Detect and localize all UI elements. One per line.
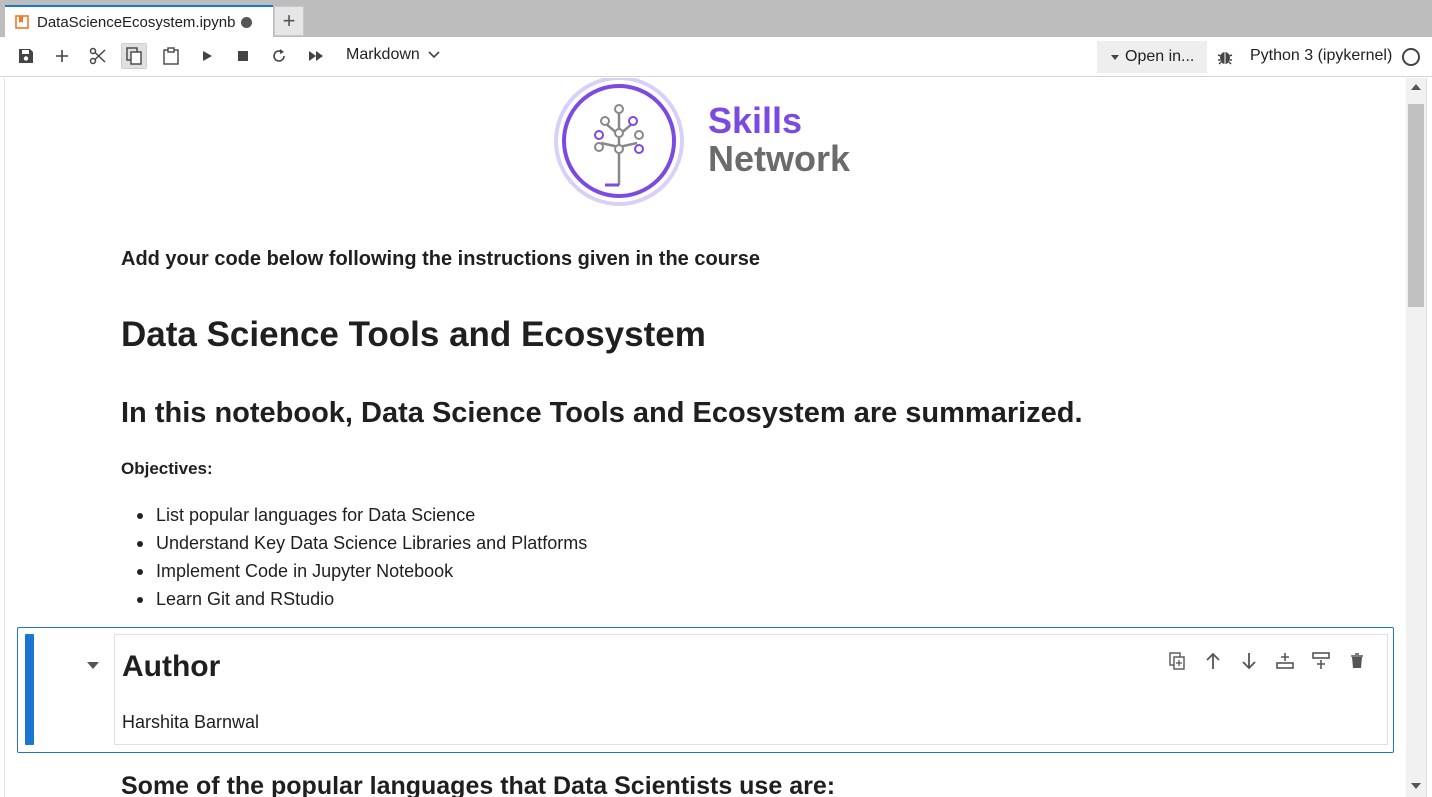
kernel-status-icon — [1402, 48, 1420, 66]
new-tab-button[interactable]: + — [274, 6, 304, 36]
notebook-panel: Skills Network Add your code below follo… — [0, 78, 1406, 797]
tree-logo-icon — [554, 78, 684, 206]
cell-selection-bar[interactable] — [25, 634, 34, 745]
open-in-label: Open in... — [1125, 48, 1195, 65]
insert-below-icon[interactable] — [1309, 649, 1333, 673]
notebook-toolbar: Markdown Open in... Python 3 (ipykernel) — [0, 37, 1432, 77]
list-item: Learn Git and RStudio — [136, 585, 587, 613]
list-item: Understand Key Data Science Libraries an… — [136, 529, 587, 557]
objectives-list: List popular languages for Data Science … — [136, 501, 587, 613]
list-item: List popular languages for Data Science — [136, 501, 587, 529]
cell-toolbar — [1165, 649, 1369, 673]
author-heading: Author — [122, 650, 221, 683]
summary-heading: In this notebook, Data Science Tools and… — [121, 397, 1083, 429]
fast-forward-icon[interactable] — [303, 43, 329, 69]
unsaved-indicator[interactable] — [241, 16, 253, 28]
add-cell-icon[interactable] — [49, 43, 75, 69]
caret-down-icon — [1111, 54, 1119, 60]
delete-cell-icon[interactable] — [1345, 649, 1369, 673]
notebook-tab[interactable]: DataScienceEcosystem.ipynb — [5, 5, 273, 37]
author-name: Harshita Barnwal — [122, 712, 260, 732]
cell-type-dropdown[interactable]: Markdown — [346, 46, 440, 64]
paste-icon[interactable] — [158, 43, 184, 69]
insert-above-icon[interactable] — [1273, 649, 1297, 673]
vertical-scrollbar[interactable] — [1406, 78, 1426, 797]
logo-text-skills: Skills — [708, 100, 803, 141]
open-in-button[interactable]: Open in... — [1097, 41, 1207, 73]
tab-title: DataScienceEcosystem.ipynb — [37, 13, 236, 31]
languages-heading: Some of the popular languages that Data … — [121, 772, 836, 797]
copy-icon[interactable] — [121, 43, 147, 69]
kernel-name[interactable]: Python 3 (ipykernel) — [1250, 47, 1392, 65]
duplicate-cell-icon[interactable] — [1165, 649, 1189, 673]
save-icon[interactable] — [13, 43, 39, 69]
scroll-up-arrow-icon[interactable] — [1411, 84, 1421, 90]
run-icon[interactable] — [194, 43, 220, 69]
intro-text: Add your code below following the instru… — [121, 248, 760, 270]
notebook-icon — [15, 15, 29, 29]
cell-editor[interactable] — [114, 634, 1388, 745]
list-item: Implement Code in Jupyter Notebook — [136, 557, 587, 585]
active-markdown-cell[interactable]: Author Harshita Barnwal — [17, 627, 1394, 753]
scroll-down-arrow-icon[interactable] — [1411, 783, 1421, 789]
stop-icon[interactable] — [230, 43, 256, 69]
objectives-label: Objectives: — [121, 459, 213, 478]
collapse-caret-icon[interactable] — [87, 662, 99, 669]
window-edge — [1426, 78, 1432, 797]
cell-type-value: Markdown — [346, 46, 420, 63]
restart-icon[interactable] — [266, 43, 292, 69]
debugger-bug-icon[interactable] — [1216, 48, 1234, 71]
scrollbar-thumb[interactable] — [1408, 104, 1424, 307]
move-down-icon[interactable] — [1237, 649, 1261, 673]
move-up-icon[interactable] — [1201, 649, 1225, 673]
skills-network-logo: Skills Network — [553, 78, 863, 208]
cut-icon[interactable] — [85, 43, 111, 69]
logo-text-network: Network — [708, 138, 851, 179]
tab-bar: DataScienceEcosystem.ipynb + — [0, 0, 1432, 37]
notebook-title: Data Science Tools and Ecosystem — [121, 315, 706, 354]
chevron-down-icon — [428, 46, 440, 64]
